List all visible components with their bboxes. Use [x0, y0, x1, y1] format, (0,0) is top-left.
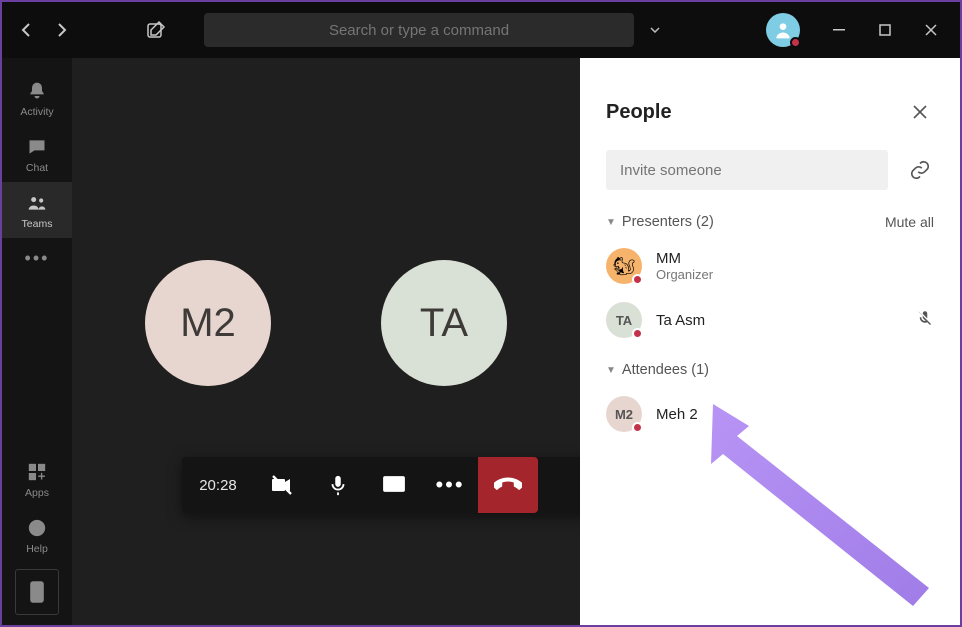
rail-teams-label: Teams: [22, 218, 53, 230]
attendees-section: ▼ Attendees (1) M2 Meh 2: [606, 362, 934, 432]
avatar: TA: [606, 302, 642, 338]
avatar: 🐿: [606, 248, 642, 284]
app-rail: Activity Chat Teams ••• Apps: [2, 58, 72, 625]
meeting-stage: M2 Meh 2 TA Ta Asm 20:28: [72, 58, 580, 625]
chevron-down-icon[interactable]: ▼: [606, 217, 616, 228]
person-row[interactable]: M2 Meh 2: [606, 396, 934, 432]
rail-activity[interactable]: Activity: [2, 70, 72, 126]
help-icon: [25, 516, 49, 540]
participant-avatar: TA: [381, 260, 507, 386]
search-input[interactable]: [204, 22, 634, 39]
apps-icon: [25, 460, 49, 484]
window-maximize-button[interactable]: [862, 10, 908, 50]
person-role: Organizer: [656, 267, 713, 282]
presence-busy-icon: [632, 274, 643, 285]
compose-button[interactable]: [136, 10, 176, 50]
mic-toggle-button[interactable]: [310, 457, 366, 513]
rail-teams[interactable]: Teams: [2, 182, 72, 238]
rail-apps[interactable]: Apps: [2, 451, 72, 507]
person-name: Meh 2: [656, 406, 698, 423]
rail-chat-label: Chat: [26, 162, 48, 174]
attendees-label: Attendees (1): [622, 362, 709, 378]
avatar: M2: [606, 396, 642, 432]
invite-field[interactable]: [606, 150, 888, 190]
share-screen-button[interactable]: [366, 457, 422, 513]
window-minimize-button[interactable]: [816, 10, 862, 50]
rail-help-label: Help: [26, 543, 48, 555]
nav-back-button[interactable]: [8, 12, 44, 48]
rail-activity-label: Activity: [20, 106, 53, 118]
people-panel: People ▼ Presenters (2) Mute all 🐿 M: [580, 58, 960, 625]
participant-avatar: M2: [145, 260, 271, 386]
chevron-down-icon[interactable]: ▼: [606, 365, 616, 376]
more-actions-button[interactable]: •••: [422, 457, 478, 513]
mute-all-button[interactable]: Mute all: [885, 214, 934, 230]
camera-toggle-button[interactable]: [254, 457, 310, 513]
person-name: MM: [656, 250, 713, 267]
nav-forward-button[interactable]: [44, 12, 80, 48]
panel-close-button[interactable]: [906, 98, 934, 126]
more-icon: •••: [25, 246, 49, 270]
titlebar: [2, 2, 960, 58]
rail-device[interactable]: [15, 569, 59, 615]
person-name: Ta Asm: [656, 312, 705, 329]
invite-input[interactable]: [620, 162, 874, 179]
panel-title: People: [606, 101, 672, 124]
search-box[interactable]: [204, 13, 634, 47]
bell-icon: [25, 79, 49, 103]
hangup-button[interactable]: [478, 457, 538, 513]
call-timer: 20:28: [182, 477, 254, 494]
presenters-section: ▼ Presenters (2) Mute all 🐿 MM Organizer…: [606, 214, 934, 338]
phone-icon: [25, 580, 49, 604]
rail-chat[interactable]: Chat: [2, 126, 72, 182]
window-close-button[interactable]: [908, 10, 954, 50]
presence-busy-icon: [632, 328, 643, 339]
meeting-control-bar: 20:28 •••: [182, 457, 590, 513]
rail-more[interactable]: •••: [2, 238, 72, 278]
presenters-label: Presenters (2): [622, 214, 714, 230]
copy-link-button[interactable]: [906, 159, 934, 181]
rail-apps-label: Apps: [25, 487, 49, 499]
mic-off-icon: [916, 309, 934, 332]
presence-busy-icon: [632, 422, 643, 433]
chat-icon: [25, 135, 49, 159]
presence-busy-icon: [790, 37, 801, 48]
rail-help[interactable]: Help: [2, 507, 72, 563]
person-row[interactable]: TA Ta Asm: [606, 302, 934, 338]
teams-icon: [25, 191, 49, 215]
command-dropdown[interactable]: [638, 27, 672, 33]
person-row[interactable]: 🐿 MM Organizer: [606, 248, 934, 284]
profile-avatar[interactable]: [766, 13, 800, 47]
